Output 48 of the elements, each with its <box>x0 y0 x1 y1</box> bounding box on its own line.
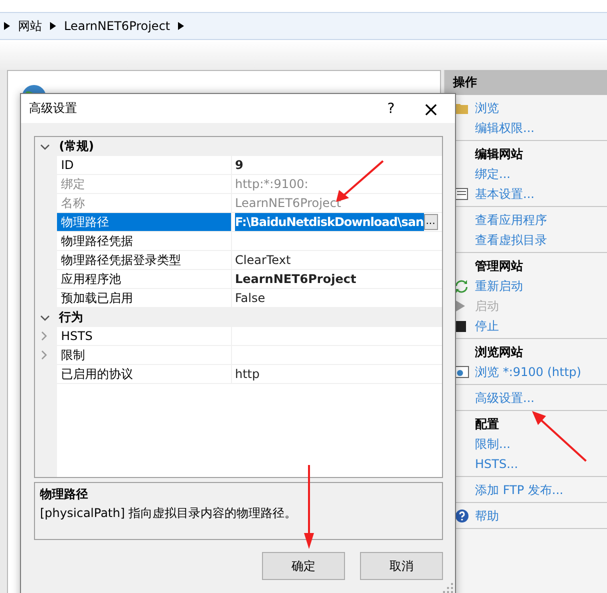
action-link[interactable]: 查看虚拟目录 <box>475 232 547 248</box>
property-name[interactable]: 已启用的协议 <box>57 365 232 383</box>
property-value: http <box>235 367 260 381</box>
ok-button[interactable]: 确定 <box>262 552 345 580</box>
section-heading: 浏览网站 <box>474 344 524 361</box>
action-link[interactable]: 重新启动 <box>475 278 523 294</box>
action-link[interactable]: HSTS... <box>475 457 518 471</box>
browse-button[interactable]: ... <box>424 214 438 230</box>
action-link[interactable]: 编辑权限... <box>475 120 534 136</box>
property-name[interactable]: 限制 <box>57 346 232 364</box>
action-link[interactable]: 停止 <box>475 318 499 334</box>
property-value: False <box>235 291 266 305</box>
breadcrumb-item[interactable]: LearnNET6Project <box>64 19 170 33</box>
close-button[interactable]: × <box>411 94 451 123</box>
action-link[interactable]: 添加 FTP 发布... <box>475 482 564 498</box>
category-label: 行为 <box>59 309 83 326</box>
property-name[interactable]: 物理路径凭据 <box>57 232 232 250</box>
property-value: http:*:9100: <box>235 177 308 191</box>
property-name[interactable]: 物理路径 <box>57 213 232 231</box>
section-heading: 管理网站 <box>474 258 524 275</box>
description-title: 物理路径 <box>40 486 89 503</box>
action-link[interactable]: 帮助 <box>475 508 499 524</box>
property-name[interactable]: 物理路径凭据登录类型 <box>57 251 232 269</box>
breadcrumb-item[interactable]: 网站 <box>18 18 42 34</box>
action-link[interactable]: 查看应用程序 <box>475 212 547 228</box>
action-link[interactable]: 浏览 <box>475 100 499 116</box>
action-link[interactable]: 高级设置... <box>475 390 534 406</box>
action-link[interactable]: 绑定... <box>475 166 510 182</box>
help-button[interactable]: ? <box>371 94 411 123</box>
cancel-button[interactable]: 取消 <box>360 552 443 580</box>
dialog-title: 高级设置 <box>29 100 78 117</box>
action-link[interactable]: 限制... <box>475 436 510 452</box>
property-name[interactable]: HSTS <box>57 327 232 345</box>
property-value: LearnNET6Project <box>235 272 356 286</box>
property-name[interactable]: 应用程序池 <box>57 270 232 288</box>
property-value: ClearText <box>235 253 291 267</box>
section-heading: 配置 <box>474 416 500 433</box>
property-value: 9 <box>235 158 244 172</box>
property-name[interactable]: ID <box>57 156 232 174</box>
property-value: LearnNET6Project <box>235 196 342 210</box>
property-name[interactable]: 预加载已启用 <box>57 289 232 307</box>
section-heading: 编辑网站 <box>474 146 524 163</box>
description-text: [physicalPath] 指向虚拟目录内容的物理路径。 <box>40 505 298 522</box>
panel-header: 操作 <box>445 70 607 95</box>
property-value-field[interactable]: F:\BaiduNetdiskDownload\san <box>235 213 424 231</box>
action-link[interactable]: 浏览 *:9100 (http) <box>475 364 582 380</box>
category-label: (常规) <box>59 138 94 155</box>
action-link[interactable]: 基本设置... <box>475 186 534 202</box>
